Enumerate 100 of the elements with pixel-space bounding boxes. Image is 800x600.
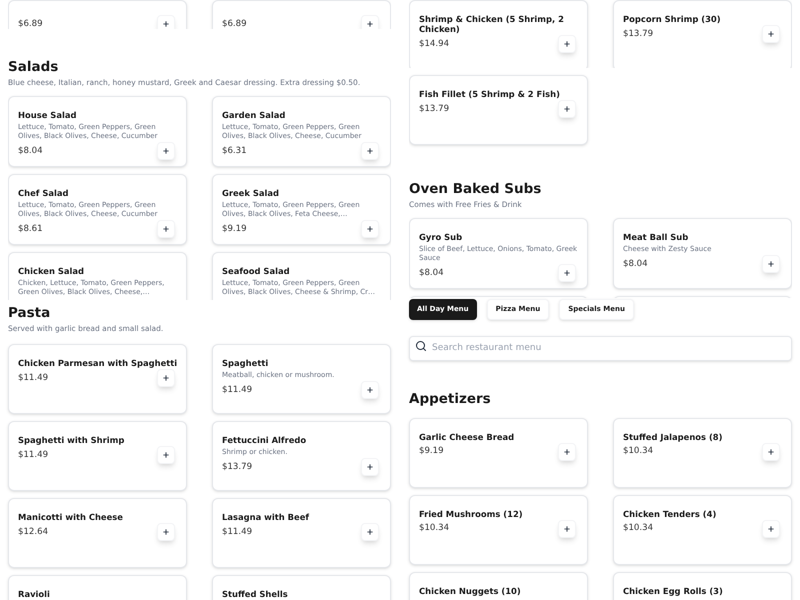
item-name: Chicken Salad	[18, 266, 86, 276]
item-name: Meat Ball Sub	[623, 232, 690, 242]
plus-icon	[563, 40, 571, 48]
item-price: $13.79	[222, 460, 252, 474]
search-icon	[415, 340, 427, 352]
add-button[interactable]	[361, 523, 379, 541]
item-name: Ravioli	[18, 589, 51, 599]
menu-item-card[interactable]: Garlic Cheese Bread $9.19	[409, 418, 588, 488]
menu-item-card[interactable]: Chicken Tenders (4) $10.34	[613, 494, 792, 564]
add-button[interactable]	[558, 442, 576, 460]
item-price: $10.34	[623, 522, 654, 535]
item-price: $6.89	[18, 18, 43, 29]
add-button[interactable]	[157, 15, 175, 29]
item-name: Garden Salad	[222, 110, 286, 120]
item-price: $8.61	[18, 222, 43, 236]
plus-icon	[162, 374, 170, 382]
menu-item-card[interactable]: Fish Fillet (5 Shrimp & 2 Fish) $13.79	[409, 75, 588, 145]
menu-item-card[interactable]: Shrimp & Chicken (5 Shrimp, 2 Chicken) $14.94	[409, 0, 588, 68]
add-button[interactable]	[558, 100, 576, 118]
item-name: Spaghetti with Shrimp	[18, 435, 126, 445]
plus-icon	[162, 528, 170, 536]
item-price: $13.79	[623, 28, 654, 40]
add-button[interactable]	[157, 142, 175, 160]
item-price: $11.49	[222, 526, 252, 538]
add-button[interactable]	[762, 255, 780, 273]
menu-item-card[interactable]: Fried Mushrooms (12) $10.34	[409, 494, 588, 564]
menu-item-card[interactable]: Stuffed Shells	[212, 575, 391, 600]
item-name: Chicken Egg Rolls (3)	[623, 586, 724, 596]
add-button[interactable]	[361, 142, 379, 160]
item-price: $10.34	[419, 522, 450, 535]
plus-icon	[366, 463, 374, 471]
plus-icon	[162, 451, 170, 459]
plus-icon	[563, 524, 571, 532]
menu-item-card[interactable]: Manicotti with Cheese $12.64	[8, 498, 187, 568]
add-button[interactable]	[762, 520, 780, 538]
menu-item-card[interactable]: Popcorn Shrimp (30) $13.79	[613, 0, 792, 68]
plus-icon	[767, 260, 775, 268]
item-price: $11.49	[18, 448, 48, 462]
section-heading: Oven Baked Subs	[409, 181, 542, 198]
add-button[interactable]	[762, 442, 780, 460]
item-price: $13.79	[419, 102, 450, 116]
menu-item-card[interactable]: Chicken Nuggets (10)	[409, 572, 588, 600]
menu-item-card[interactable]: Spaghetti with Shrimp $11.49	[8, 421, 187, 491]
item-name: Fettuccini Alfredo	[222, 435, 308, 445]
item-name: Chicken Tenders (4)	[623, 508, 718, 518]
item-name: Spaghetti	[222, 358, 270, 368]
plus-icon	[563, 269, 571, 277]
menu-item-card[interactable]: $6.89	[212, 0, 391, 29]
add-button[interactable]	[361, 15, 379, 29]
plus-icon	[162, 20, 170, 28]
add-button[interactable]	[157, 220, 175, 238]
plus-icon	[366, 386, 374, 394]
menu-item-card[interactable]: Stuffed Jalapenos (8) $10.34	[613, 418, 792, 488]
item-name: Gyro Sub	[419, 232, 464, 242]
plus-icon	[366, 20, 374, 28]
add-button[interactable]	[558, 264, 576, 282]
item-price: $9.19	[419, 445, 444, 458]
item-price: $8.04	[18, 144, 43, 158]
menu-item-card[interactable]: Ravioli	[8, 575, 187, 600]
add-button[interactable]	[361, 220, 379, 238]
plus-icon	[767, 30, 775, 38]
add-button[interactable]	[157, 523, 175, 541]
menu-item-card[interactable]: Chicken Parmesan with Spaghetti $11.49	[8, 344, 187, 414]
item-name: Garlic Cheese Bread	[419, 432, 516, 442]
add-button[interactable]	[157, 369, 175, 387]
item-name: Seafood Salad	[222, 266, 291, 276]
menu-item-card[interactable]: Chicken Egg Rolls (3)	[613, 572, 792, 600]
add-button[interactable]	[157, 446, 175, 464]
section-heading: Salads	[8, 59, 60, 76]
item-name: Stuffed Jalapenos (8)	[623, 432, 724, 442]
item-price: $12.64	[18, 526, 48, 538]
add-button[interactable]	[361, 458, 379, 476]
item-price: $11.49	[222, 384, 252, 396]
item-name: Shrimp & Chicken (5 Shrimp, 2 Chicken)	[419, 14, 565, 34]
menu-item-card[interactable]: Lasagna with Beef $11.49	[212, 498, 391, 568]
item-name: House Salad	[18, 110, 78, 120]
item-name: Chicken Parmesan with Spaghetti	[18, 358, 178, 368]
item-name: Stuffed Shells	[222, 589, 289, 599]
section-heading: Appetizers	[409, 390, 492, 408]
search-field[interactable]: Search restaurant menu	[409, 336, 792, 360]
item-name: Manicotti with Cheese	[18, 512, 124, 522]
plus-icon	[563, 448, 571, 456]
add-button[interactable]	[361, 381, 379, 399]
item-price: $11.49	[18, 372, 48, 384]
item-name: Chef Salad	[18, 188, 70, 198]
plus-icon	[767, 448, 775, 456]
add-button[interactable]	[762, 25, 780, 43]
plus-icon	[767, 524, 775, 532]
item-price: $8.04	[419, 266, 444, 280]
item-price: $10.34	[623, 445, 654, 458]
add-button[interactable]	[558, 35, 576, 53]
plus-icon	[366, 147, 374, 155]
item-price: $6.31	[222, 144, 247, 158]
menu-item-card[interactable]: $6.89	[8, 0, 187, 29]
add-button[interactable]	[558, 520, 576, 538]
item-name: Fried Mushrooms (12)	[419, 508, 524, 518]
plus-icon	[162, 147, 170, 155]
item-price: $9.19	[222, 222, 247, 236]
item-name: Fish Fillet (5 Shrimp & 2 Fish)	[419, 89, 561, 99]
section-heading: Pasta	[8, 305, 52, 322]
